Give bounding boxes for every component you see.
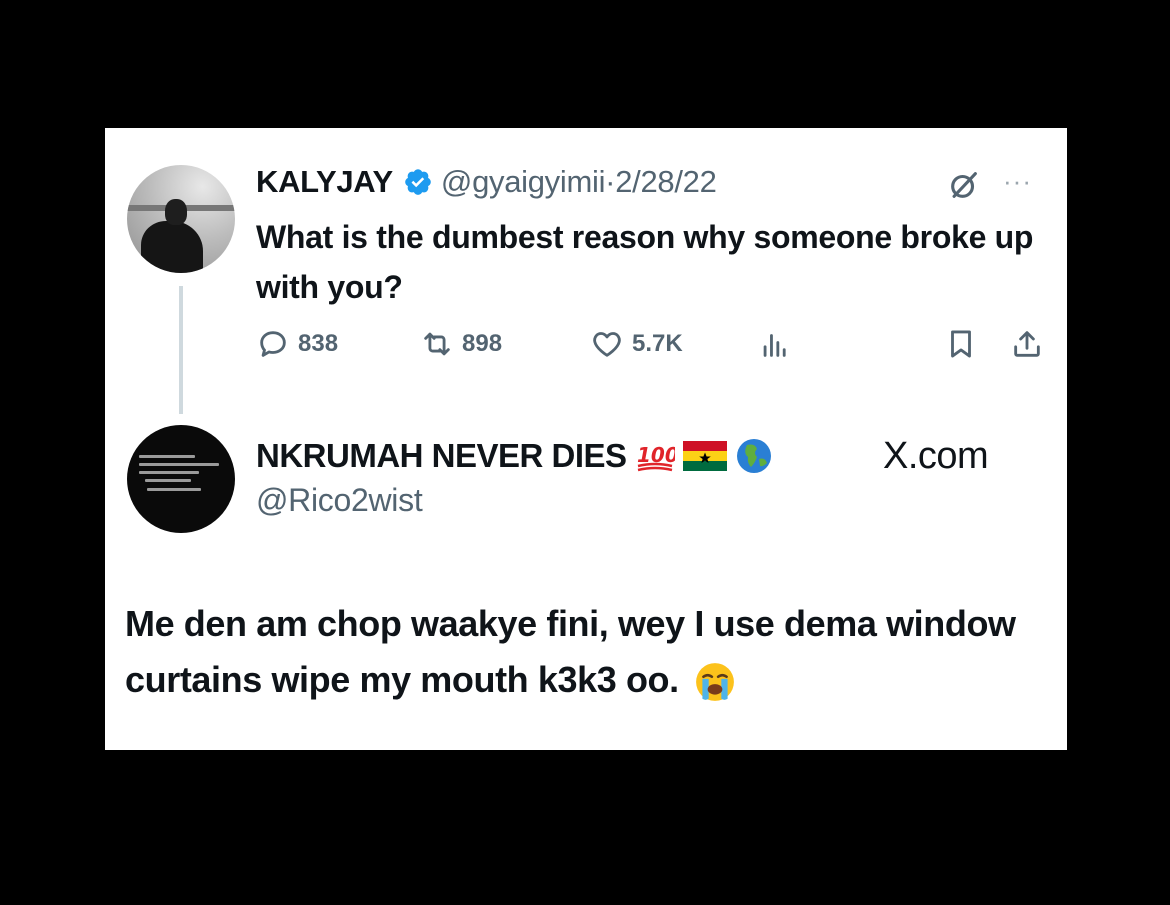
- globe-emoji-icon: [736, 439, 771, 473]
- thread-connector-line: [179, 286, 183, 414]
- like-button[interactable]: 5.7K: [590, 324, 683, 364]
- avatar-rico2wist[interactable]: [127, 425, 235, 533]
- original-tweet-header: KALYJAY @gyaigyimii · 2/28/22: [256, 164, 717, 200]
- handle[interactable]: @gyaigyimii: [441, 164, 606, 200]
- avatar-text-line: [139, 463, 219, 466]
- more-icon[interactable]: ···: [1003, 166, 1043, 196]
- loudly-crying-face-emoji-icon: [696, 663, 735, 702]
- separator-dot: ·: [605, 164, 616, 199]
- avatar-text-line: [139, 471, 199, 474]
- reply-header: NKRUMAH NEVER DIES 100: [256, 434, 773, 478]
- avatar-figure-body: [141, 221, 203, 273]
- grok-icon[interactable]: [947, 168, 981, 202]
- like-icon: [593, 332, 621, 357]
- bookmark-button[interactable]: [944, 324, 986, 364]
- repost-button[interactable]: 898: [420, 324, 502, 364]
- avatar-text-line: [139, 455, 195, 458]
- ghana-flag-icon: [682, 441, 727, 471]
- tweet-date[interactable]: 2/28/22: [615, 164, 717, 200]
- share-icon: [1014, 331, 1040, 357]
- reply-text: Me den am chop waakye fini, wey I use de…: [125, 603, 1016, 700]
- reply-handle[interactable]: @Rico2wist: [256, 482, 423, 519]
- share-button[interactable]: [1010, 324, 1052, 364]
- like-count: 5.7K: [632, 330, 683, 357]
- reply-text-container: Me den am chop waakye fini, wey I use de…: [125, 596, 1055, 708]
- reply-button[interactable]: 838: [256, 324, 338, 364]
- display-name[interactable]: KALYJAY: [256, 164, 393, 200]
- verified-badge-icon: [405, 169, 431, 195]
- bookmark-icon: [951, 330, 971, 358]
- views-button[interactable]: [758, 324, 800, 364]
- avatar-figure-head: [165, 199, 187, 225]
- repost-icon: [424, 332, 450, 356]
- reply-display-name[interactable]: NKRUMAH NEVER DIES: [256, 437, 627, 475]
- avatar-text-line: [147, 488, 201, 491]
- avatar-kalyjay[interactable]: [127, 165, 235, 273]
- tweet-action-bar: 838 898 5.7K: [256, 324, 1046, 364]
- x-com-watermark: X.com: [883, 434, 989, 477]
- repost-count: 898: [462, 330, 503, 357]
- avatar-text-line: [145, 479, 191, 482]
- reply-count: 838: [298, 330, 339, 357]
- hundred-points-emoji-icon: 100: [637, 443, 675, 472]
- original-tweet-text: What is the dumbest reason why someone b…: [256, 219, 1034, 305]
- reply-icon: [260, 331, 286, 357]
- views-icon: [763, 334, 786, 357]
- tweet-screenshot-card: KALYJAY @gyaigyimii · 2/28/22 ··· What i…: [105, 128, 1067, 750]
